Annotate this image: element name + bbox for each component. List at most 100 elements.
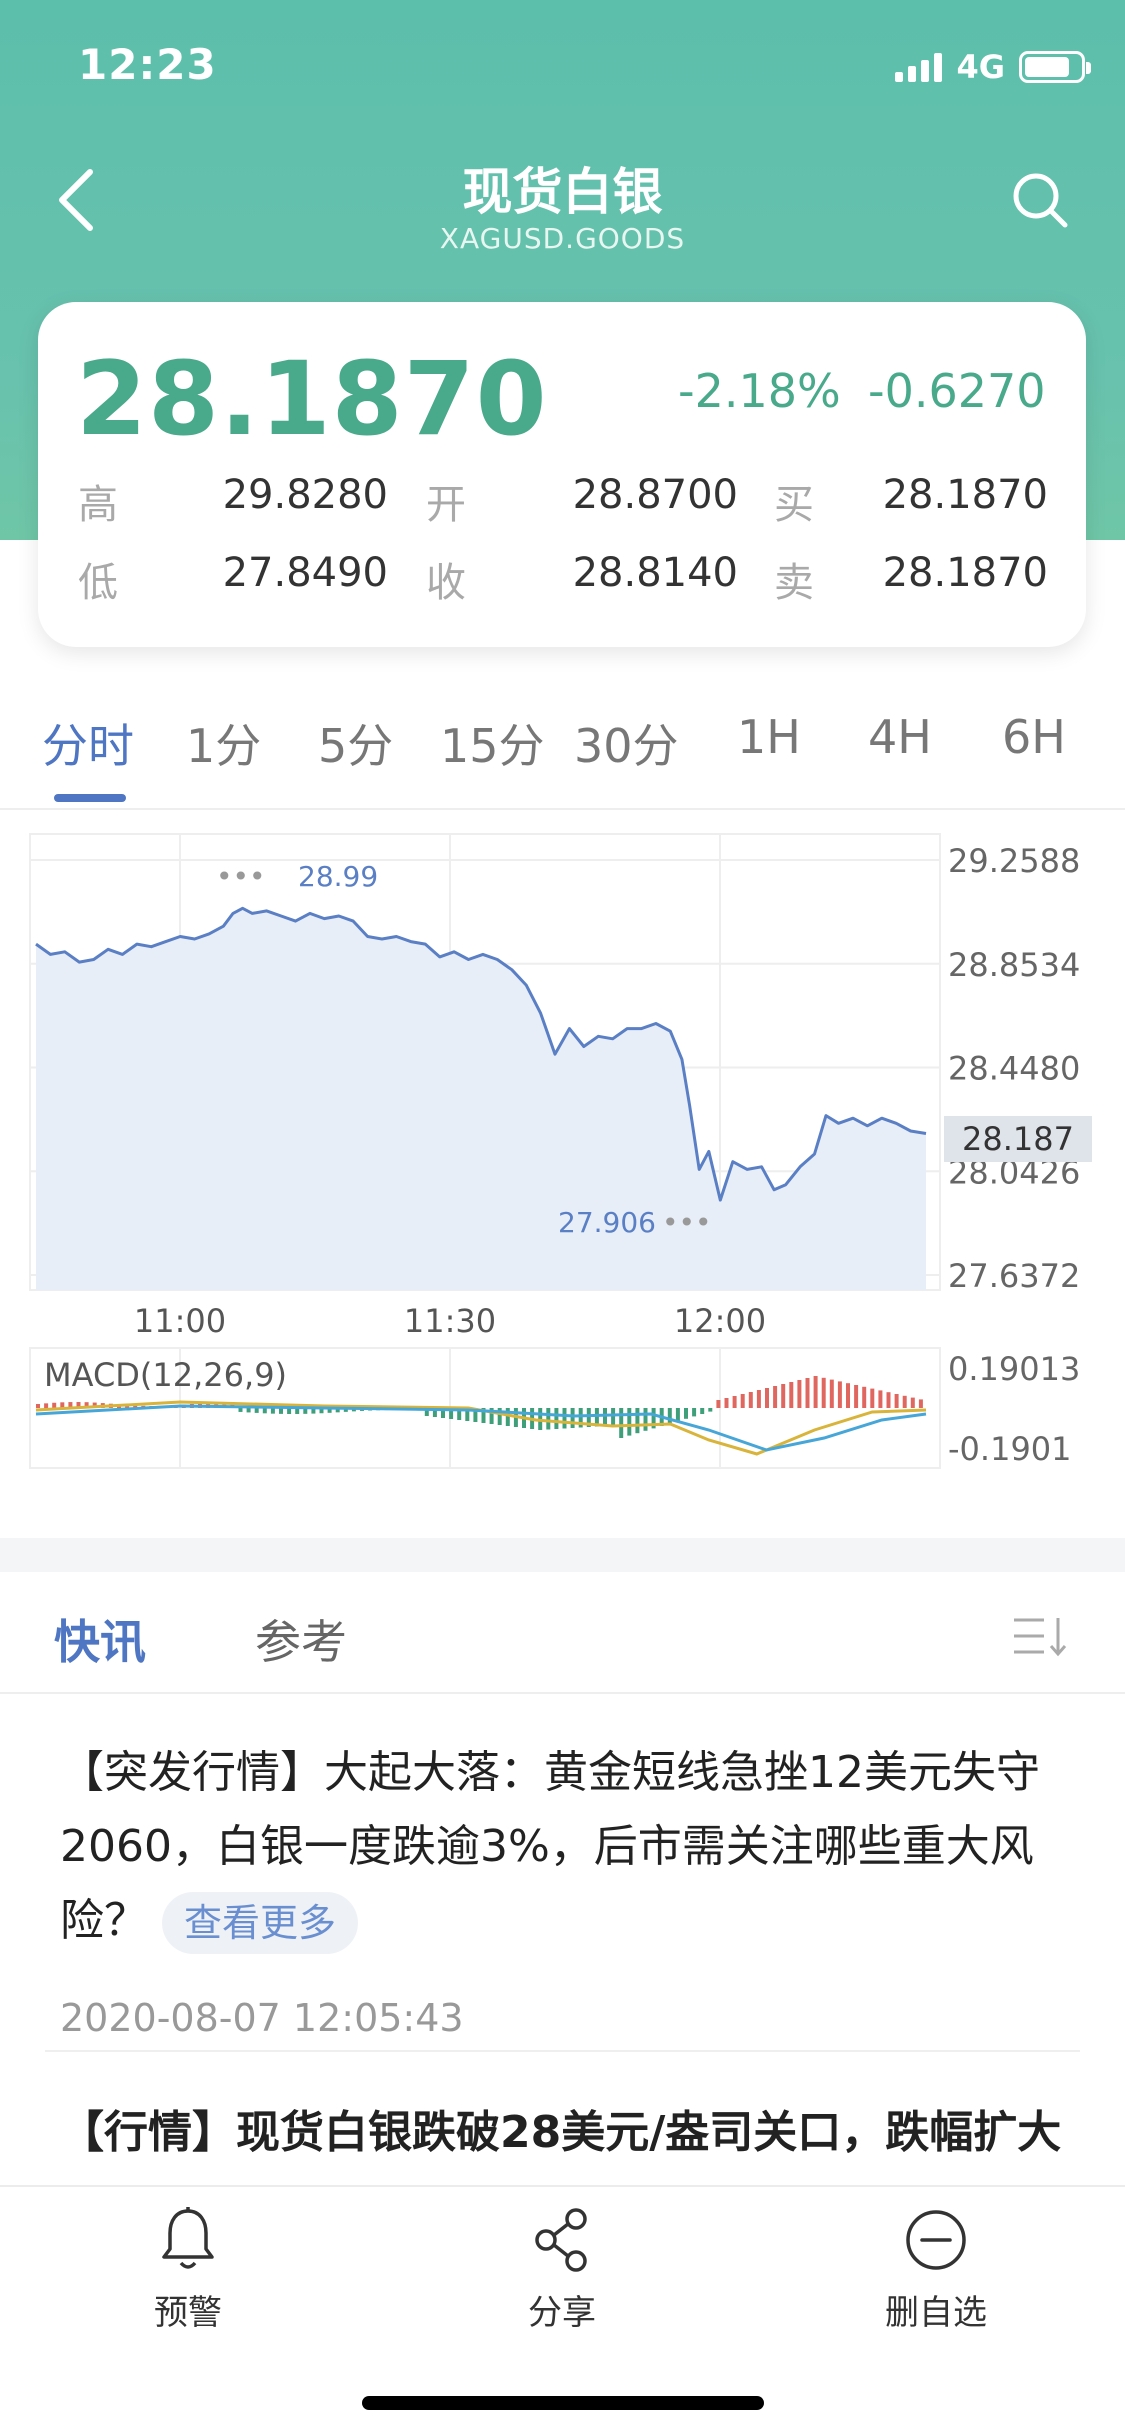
- macd-bar: [603, 1408, 607, 1426]
- y-tick-label: 28.8534: [948, 946, 1080, 984]
- low-value: 27.8490: [222, 550, 388, 596]
- min-marker-dots: •••: [662, 1206, 712, 1239]
- macd-bar: [789, 1382, 794, 1408]
- macd-bar: [546, 1408, 551, 1430]
- macd-bar: [902, 1395, 907, 1408]
- alert-label: 预警: [154, 2293, 222, 2333]
- tab-flash-news[interactable]: 快讯: [54, 1606, 146, 1672]
- macd-bar: [781, 1384, 786, 1408]
- tab-30min[interactable]: 30分: [574, 710, 679, 776]
- macd-bar: [862, 1386, 867, 1408]
- macd-bottom-value: -0.1901: [948, 1430, 1072, 1468]
- bid-label: 买: [774, 482, 814, 528]
- quote-row-1: 高 29.8280 开 28.8700 买 28.1870: [38, 472, 1086, 532]
- macd-bar: [829, 1379, 834, 1408]
- remove-watchlist-button[interactable]: 删自选: [826, 2205, 1046, 2334]
- sort-button[interactable]: [1010, 1612, 1070, 1662]
- home-indicator: [362, 2396, 764, 2410]
- bid-value: 28.1870: [882, 472, 1048, 518]
- macd-bar: [724, 1398, 729, 1408]
- tab-reference[interactable]: 参考: [255, 1606, 347, 1672]
- macd-bar: [635, 1408, 640, 1434]
- high-value: 29.8280: [222, 472, 388, 518]
- current-price-label: 28.187: [962, 1120, 1074, 1158]
- chart-canvas[interactable]: 29.258828.853428.448028.042627.6372 28.1…: [0, 820, 1125, 1500]
- alert-button[interactable]: 预警: [78, 2205, 298, 2334]
- open-label: 开: [426, 482, 466, 528]
- macd-bar: [246, 1408, 251, 1413]
- share-icon: [535, 2208, 587, 2272]
- share-label: 分享: [528, 2293, 596, 2333]
- macd-bar: [700, 1408, 705, 1414]
- macd-bar: [643, 1408, 648, 1431]
- tab-time-share[interactable]: 分时: [42, 710, 134, 776]
- tab-1h[interactable]: 1H: [737, 710, 801, 764]
- y-tick-label: 28.4480: [948, 1050, 1080, 1088]
- macd-bar: [773, 1386, 778, 1408]
- macd-bar: [44, 1403, 49, 1408]
- search-icon: [1013, 173, 1068, 228]
- max-marker-dots: •••: [216, 860, 266, 893]
- quote-card: 28.1870 -2.18% -0.6270 高 29.8280 开 28.87…: [38, 302, 1086, 647]
- macd-bar: [894, 1394, 899, 1408]
- news-item[interactable]: 【突发行情】大起大落：黄金短线急挫12美元失守2060，白银一度跌逾3%，后市需…: [60, 1736, 1070, 1958]
- page-subtitle: XAGUSD.GOODS: [439, 222, 686, 255]
- ask-label: 卖: [774, 560, 814, 606]
- news-separator: [45, 2050, 1080, 2052]
- macd-bar: [854, 1385, 859, 1408]
- macd-bar: [878, 1390, 883, 1408]
- macd-bar: [918, 1399, 923, 1408]
- y-tick-label: 29.2588: [948, 842, 1080, 880]
- macd-bar: [675, 1408, 680, 1422]
- change-percent: -2.18%: [678, 364, 841, 418]
- macd-bar: [765, 1388, 769, 1408]
- x-tick-label: 12:00: [674, 1302, 766, 1340]
- minus-circle-icon: [906, 2210, 966, 2270]
- remove-watchlist-label: 删自选: [885, 2293, 987, 2333]
- macd-bar: [254, 1408, 259, 1413]
- macd-bar: [262, 1408, 267, 1414]
- view-more-button[interactable]: 查看更多: [162, 1892, 359, 1954]
- change-value: -0.6270: [868, 364, 1046, 418]
- macd-bar: [716, 1400, 721, 1408]
- macd-top-value: 0.19013: [948, 1350, 1080, 1388]
- last-price: 28.1870: [76, 340, 548, 459]
- macd-bar: [52, 1402, 57, 1408]
- high-label: 高: [78, 482, 118, 528]
- close-label: 收: [426, 560, 466, 606]
- close-value: 28.8140: [572, 550, 738, 596]
- active-tab-indicator: [54, 794, 126, 802]
- macd-bar: [619, 1408, 624, 1438]
- x-tick-label: 11:00: [134, 1302, 226, 1340]
- tab-15min[interactable]: 15分: [440, 710, 545, 776]
- news-timestamp: 2020-08-07 12:05:43: [60, 1996, 464, 2040]
- macd-bar: [813, 1376, 818, 1408]
- bell-icon: [162, 2207, 214, 2269]
- macd-bar: [627, 1408, 632, 1436]
- macd-bar: [846, 1383, 850, 1408]
- macd-bar: [36, 1404, 40, 1408]
- open-value: 28.8700: [572, 472, 738, 518]
- tab-4h[interactable]: 4H: [868, 710, 932, 764]
- price-chart[interactable]: 29.2588 28.8534 28.4480 28.0426 27.6372 28.1…: [0, 820, 1125, 1500]
- macd-bar: [837, 1381, 842, 1408]
- sort-icon: [1014, 1618, 1067, 1657]
- macd-bar: [692, 1408, 697, 1417]
- macd-bar: [886, 1392, 891, 1408]
- share-button[interactable]: 分享: [452, 2205, 672, 2334]
- tab-5min[interactable]: 5分: [318, 710, 393, 776]
- macd-label: MACD(12,26,9): [44, 1356, 287, 1394]
- macd-bar: [667, 1408, 672, 1424]
- status-bar: 12:23 4G: [0, 0, 1125, 130]
- macd-bar: [805, 1378, 810, 1408]
- y-tick-label: 27.6372: [948, 1257, 1080, 1295]
- battery-level: [1025, 57, 1070, 77]
- macd-bar: [732, 1396, 737, 1408]
- search-button[interactable]: [1010, 170, 1070, 230]
- macd-dif-line: [35, 1404, 927, 1452]
- macd-bar: [684, 1408, 688, 1419]
- section-divider: [0, 1538, 1125, 1572]
- tab-1min[interactable]: 1分: [186, 710, 261, 776]
- macd-bar: [611, 1408, 616, 1426]
- tab-6h[interactable]: 6H: [1002, 710, 1066, 764]
